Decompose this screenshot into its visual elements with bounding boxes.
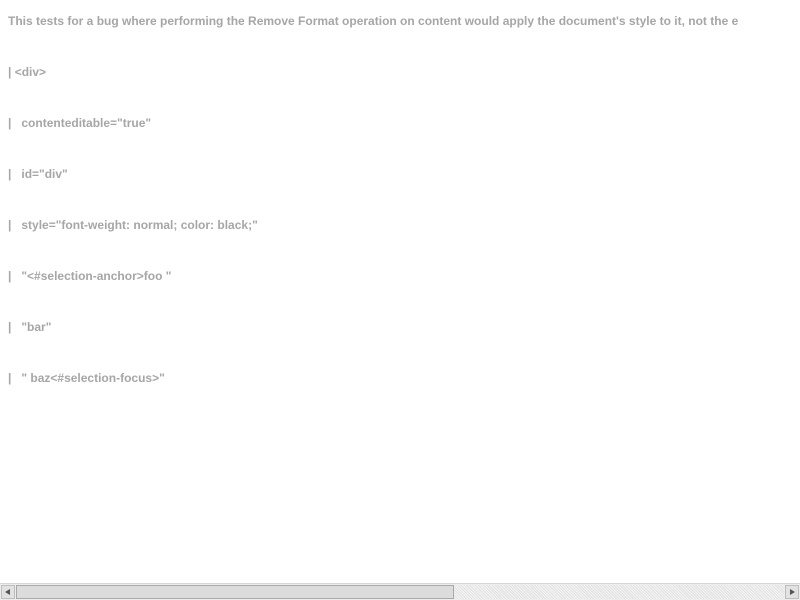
dom-dump-line: | "bar" bbox=[8, 320, 52, 334]
scroll-left-button[interactable] bbox=[1, 585, 15, 599]
dom-dump-line: | id="div" bbox=[8, 167, 68, 181]
test-description: This tests for a bug where performing th… bbox=[8, 14, 739, 28]
dom-dump: | <div> | contenteditable="true" | id="d… bbox=[8, 30, 800, 421]
chevron-left-icon bbox=[5, 589, 10, 595]
page: This tests for a bug where performing th… bbox=[0, 0, 800, 600]
scroll-right-button[interactable] bbox=[785, 585, 799, 599]
dom-dump-line: | style="font-weight: normal; color: bla… bbox=[8, 218, 258, 232]
content-area: This tests for a bug where performing th… bbox=[8, 13, 800, 583]
dom-dump-line: | <div> bbox=[8, 65, 47, 79]
horizontal-scrollbar[interactable] bbox=[0, 583, 800, 600]
scrollbar-thumb[interactable] bbox=[16, 585, 454, 599]
dom-dump-line: | " baz<#selection-focus>" bbox=[8, 371, 165, 385]
dom-dump-line: | contenteditable="true" bbox=[8, 116, 152, 130]
scrollbar-track[interactable] bbox=[16, 585, 784, 599]
dom-dump-line: | "<#selection-anchor>foo " bbox=[8, 269, 172, 283]
chevron-right-icon bbox=[790, 589, 795, 595]
